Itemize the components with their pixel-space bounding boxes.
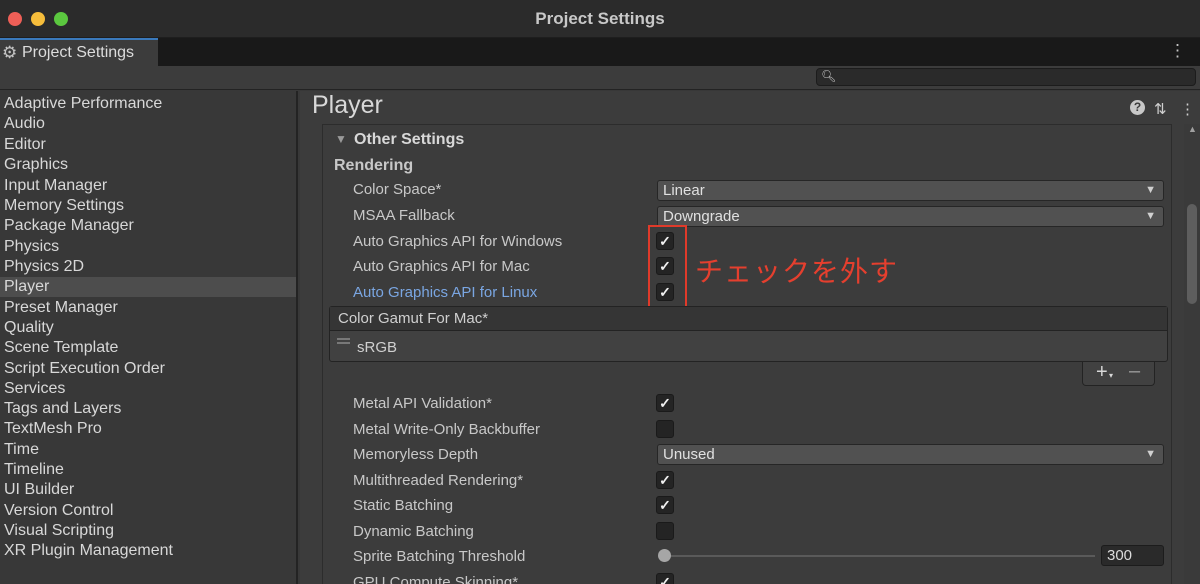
gear-icon: ⚙	[2, 43, 18, 62]
sidebar-item-graphics[interactable]: Graphics	[0, 155, 296, 175]
list-item[interactable]: sRGB	[357, 339, 397, 356]
sidebar-item-audio[interactable]: Audio	[0, 114, 296, 134]
sidebar-item-package-manager[interactable]: Package Manager	[0, 216, 296, 236]
sprite-batching-slider-track[interactable]	[664, 555, 1095, 557]
sidebar-item-scene-template[interactable]: Scene Template	[0, 338, 296, 358]
window-title: Project Settings	[535, 9, 665, 28]
memoryless-depth-dropdown[interactable]: Unused ▼	[657, 444, 1164, 465]
sidebar-item-input-manager[interactable]: Input Manager	[0, 176, 296, 196]
annotation-text: チェックを外す	[695, 255, 899, 288]
color-gamut-header-label: Color Gamut For Mac*	[338, 310, 489, 327]
sidebar-item-textmesh-pro[interactable]: TextMesh Pro	[0, 419, 296, 439]
sidebar-item-adaptive-performance[interactable]: Adaptive Performance	[0, 94, 296, 114]
static-batching-label: Static Batching	[353, 497, 454, 514]
color-space-dropdown[interactable]: Linear ▼	[657, 180, 1164, 201]
sprite-batching-field[interactable]: 300	[1101, 545, 1164, 566]
multithreaded-rendering-label: Multithreaded Rendering*	[353, 472, 524, 489]
sidebar-item-memory-settings[interactable]: Memory Settings	[0, 196, 296, 216]
page-title: Player	[312, 91, 383, 119]
auto-api-linux-label: Auto Graphics API for Linux	[353, 284, 538, 301]
vertical-scrollbar[interactable]: ▲	[1184, 124, 1200, 584]
color-gamut-header: Color Gamut For Mac*	[330, 307, 1167, 331]
kebab-menu-icon[interactable]: ⋮	[1180, 100, 1195, 118]
tab-bar: ⚙ Project Settings ⋮	[0, 38, 1200, 66]
sidebar-item-tags-and-layers[interactable]: Tags and Layers	[0, 399, 296, 419]
metal-write-only-label: Metal Write-Only Backbuffer	[353, 421, 541, 438]
kebab-menu-icon[interactable]: ⋮	[1169, 41, 1186, 61]
player-settings-panel: Player ? ⇅ ⋮ ▼ Other Settings Rendering …	[300, 91, 1200, 584]
memoryless-depth-label: Memoryless Depth	[353, 446, 479, 463]
color-gamut-list: Color Gamut For Mac* sRGB	[329, 306, 1168, 362]
sidebar-item-preset-manager[interactable]: Preset Manager	[0, 298, 296, 318]
gpu-skinning-label: GPU Compute Skinning*	[353, 574, 519, 584]
foldout-arrow-icon[interactable]: ▼	[335, 132, 347, 146]
sidebar-item-ui-builder[interactable]: UI Builder	[0, 480, 296, 500]
dynamic-batching-label: Dynamic Batching	[353, 523, 474, 540]
metal-write-only-checkbox[interactable]	[656, 420, 674, 438]
sidebar-item-player[interactable]: Player	[0, 277, 296, 297]
scroll-up-icon[interactable]: ▲	[1188, 124, 1197, 134]
sidebar-item-physics-2d[interactable]: Physics 2D	[0, 257, 296, 277]
sprite-batching-label: Sprite Batching Threshold	[353, 548, 526, 565]
section-title[interactable]: Other Settings	[354, 131, 464, 149]
sprite-batching-slider-knob[interactable]	[658, 549, 671, 562]
gpu-skinning-checkbox[interactable]: ✓	[656, 573, 674, 584]
chevron-down-icon: ▼	[1145, 448, 1156, 460]
auto-api-windows-label: Auto Graphics API for Windows	[353, 233, 563, 250]
multithreaded-rendering-checkbox[interactable]: ✓	[656, 471, 674, 489]
sidebar-item-script-execution-order[interactable]: Script Execution Order	[0, 359, 296, 379]
metal-api-validation-checkbox[interactable]: ✓	[656, 394, 674, 412]
sidebar-item-version-control[interactable]: Version Control	[0, 501, 296, 521]
dropdown-value: Linear	[663, 182, 705, 199]
drag-handle-icon[interactable]	[337, 338, 350, 344]
msaa-fallback-dropdown[interactable]: Downgrade ▼	[657, 206, 1164, 227]
sidebar-item-xr-plugin-management[interactable]: XR Plugin Management	[0, 541, 296, 561]
tab-project-settings[interactable]: ⚙ Project Settings	[0, 38, 158, 66]
dropdown-value: Unused	[663, 446, 715, 463]
field-value: 300	[1107, 547, 1133, 564]
tab-label: Project Settings	[22, 44, 135, 61]
remove-item-button[interactable]: –	[1129, 360, 1140, 383]
sidebar-item-visual-scripting[interactable]: Visual Scripting	[0, 521, 296, 541]
sidebar-item-time[interactable]: Time	[0, 440, 296, 460]
help-icon[interactable]: ?	[1130, 100, 1145, 115]
msaa-fallback-label: MSAA Fallback	[353, 207, 455, 224]
sidebar-item-timeline[interactable]: Timeline	[0, 460, 296, 480]
add-item-button[interactable]: +	[1096, 361, 1108, 384]
search-input[interactable]: 🔍︎	[816, 68, 1196, 86]
caret-down-icon: ▾	[1109, 371, 1114, 380]
sidebar-item-quality[interactable]: Quality	[0, 318, 296, 338]
chevron-down-icon: ▼	[1145, 210, 1156, 222]
sidebar-item-editor[interactable]: Editor	[0, 135, 296, 155]
title-bar: Project Settings	[0, 0, 1200, 38]
chevron-down-icon: ▼	[1145, 184, 1156, 196]
settings-sidebar: Adaptive Performance Audio Editor Graphi…	[0, 91, 298, 584]
metal-api-validation-label: Metal API Validation*	[353, 395, 492, 412]
dynamic-batching-checkbox[interactable]	[656, 522, 674, 540]
color-space-label: Color Space*	[353, 181, 442, 198]
sidebar-item-physics[interactable]: Physics	[0, 237, 296, 257]
static-batching-checkbox[interactable]: ✓	[656, 496, 674, 514]
search-icon: 🔍︎	[821, 69, 837, 83]
sidebar-item-services[interactable]: Services	[0, 379, 296, 399]
annotation-highlight-box	[648, 225, 687, 309]
dropdown-value: Downgrade	[663, 208, 740, 225]
auto-api-mac-label: Auto Graphics API for Mac	[353, 258, 530, 275]
rendering-subhead: Rendering	[334, 157, 414, 174]
list-footer: + ▾ –	[1082, 360, 1155, 386]
search-row: 🔍︎	[0, 66, 1200, 90]
scroll-thumb[interactable]	[1187, 204, 1197, 304]
presets-icon[interactable]: ⇅	[1154, 100, 1167, 118]
other-settings-section: ▼ Other Settings Rendering Color Space* …	[322, 124, 1172, 584]
